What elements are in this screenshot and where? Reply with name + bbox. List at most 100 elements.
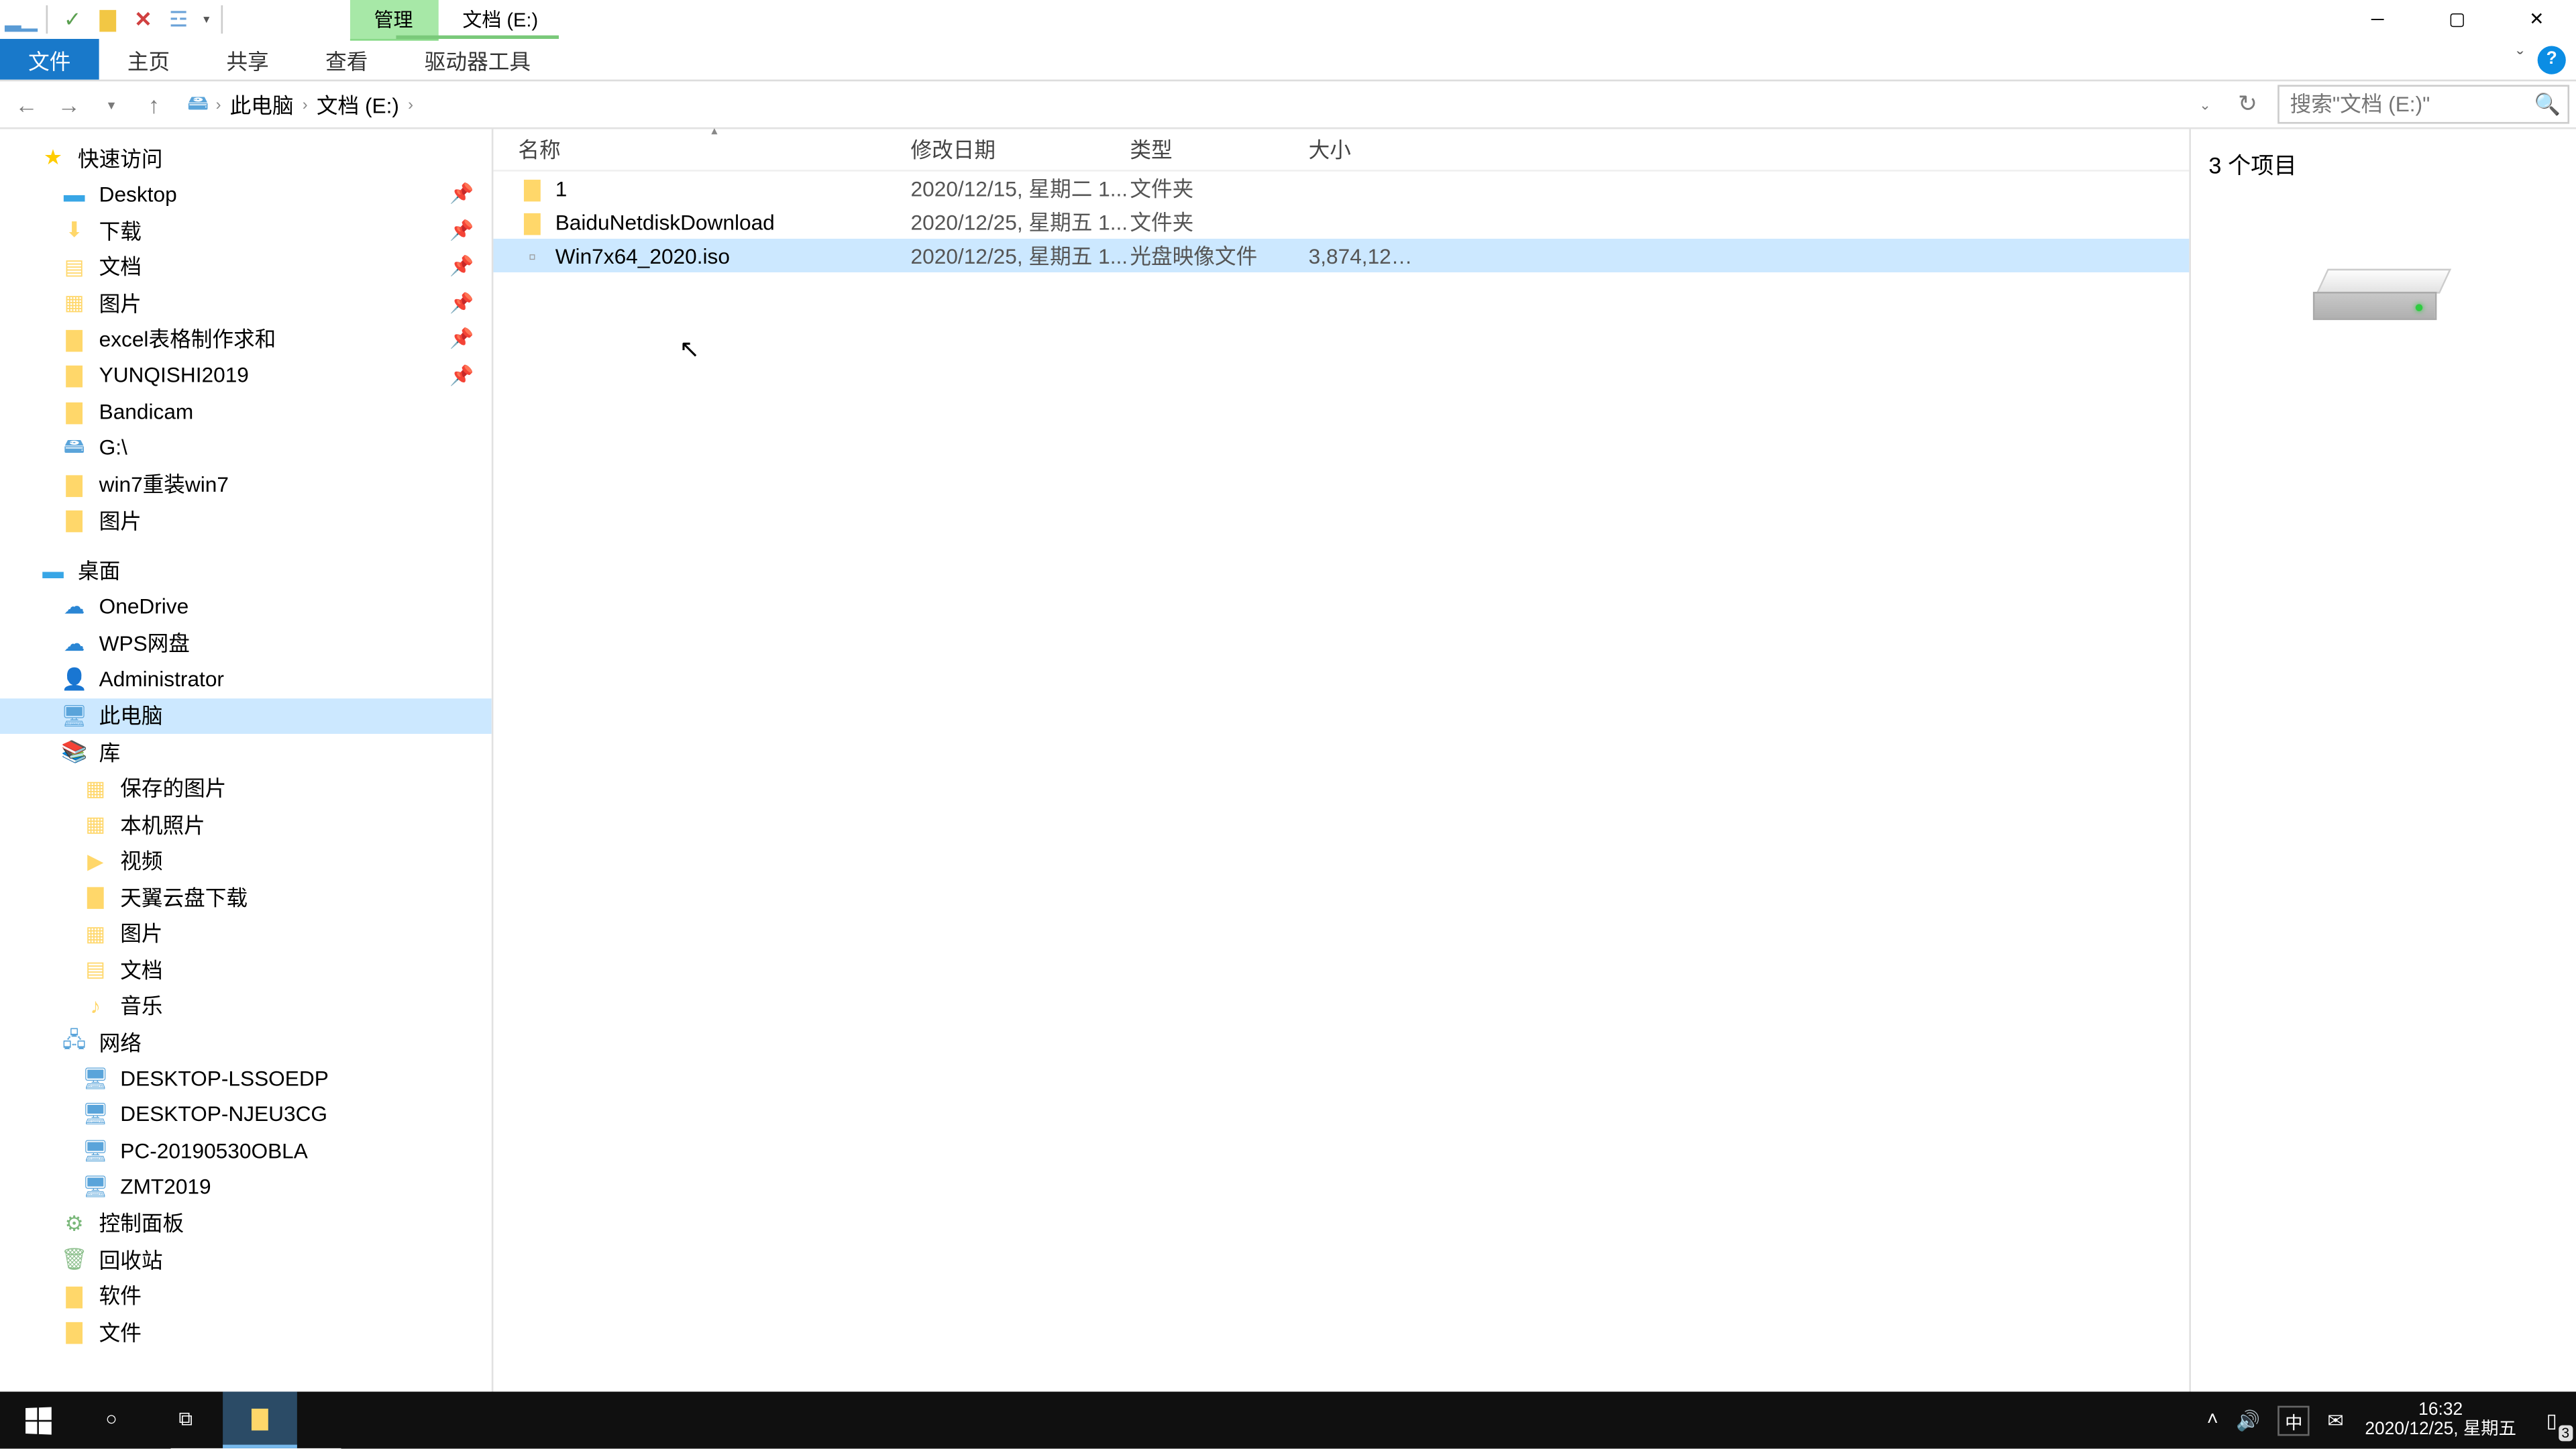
pc-icon: 🖥 xyxy=(60,702,89,730)
navigation-tree[interactable]: ★快速访问 ▬Desktop📌 ⬇下载📌 ▤文档📌 ▦图片📌 ▇excel表格制… xyxy=(0,129,493,1399)
file-row[interactable]: ▇BaiduNetdiskDownload2020/12/25, 星期五 1..… xyxy=(493,205,2189,239)
tree-onedrive[interactable]: ☁OneDrive xyxy=(0,589,492,625)
qat-dropdown-icon[interactable]: ▾ xyxy=(203,12,209,26)
new-folder-icon[interactable]: ▇ xyxy=(94,5,122,34)
tree-admin[interactable]: 👤Administrator xyxy=(0,661,492,698)
tree-control-panel[interactable]: ⚙控制面板 xyxy=(0,1205,492,1241)
start-button[interactable] xyxy=(0,1392,74,1448)
help-icon[interactable]: ? xyxy=(2538,45,2566,73)
column-name[interactable]: ▴名称 xyxy=(518,134,910,164)
file-row[interactable]: ▇12020/12/15, 星期二 1...文件夹 xyxy=(493,172,2189,205)
tray-app-icon[interactable]: ✉ xyxy=(2327,1409,2343,1432)
pin-icon: 📌 xyxy=(449,327,474,350)
tree-network-pc[interactable]: 🖥ZMT2019 xyxy=(0,1169,492,1205)
tree-lib-music[interactable]: ♪音乐 xyxy=(0,987,492,1024)
control-panel-icon: ⚙ xyxy=(60,1209,89,1237)
tab-view[interactable]: 查看 xyxy=(297,39,396,80)
tab-share[interactable]: 共享 xyxy=(198,39,297,80)
chevron-right-icon[interactable]: › xyxy=(216,95,221,113)
search-box[interactable]: 🔍 xyxy=(2277,85,2569,124)
tree-label: 下载 xyxy=(99,215,142,246)
tree-label: 图片 xyxy=(99,288,142,318)
maximize-button[interactable]: ▢ xyxy=(2417,0,2497,39)
tree-pictures2[interactable]: ▇图片 xyxy=(0,502,492,539)
up-button[interactable]: ↑ xyxy=(134,85,173,124)
tree-label: 库 xyxy=(99,737,121,767)
close-button[interactable]: ✕ xyxy=(2497,0,2576,39)
tree-label: DESKTOP-LSSOEDP xyxy=(120,1066,329,1091)
chevron-right-icon[interactable]: › xyxy=(408,95,413,113)
download-icon: ⬇ xyxy=(60,216,89,244)
file-type: 光盘映像文件 xyxy=(1130,240,1308,270)
tree-lib-pics[interactable]: ▦图片 xyxy=(0,915,492,951)
pin-icon: 📌 xyxy=(449,255,474,278)
tree-win7[interactable]: ▇win7重装win7 xyxy=(0,466,492,502)
clock-date: 2020/12/25, 星期五 xyxy=(2365,1420,2516,1440)
column-headers: ▴名称 修改日期 类型 大小 xyxy=(493,129,2189,171)
refresh-icon[interactable]: ↻ xyxy=(2228,85,2267,124)
breadcrumb[interactable]: 🖴 › 此电脑 › 文档 (E:) › xyxy=(177,86,2182,123)
delete-icon[interactable]: ✕ xyxy=(129,5,157,34)
ribbon-expand-icon[interactable]: ˇ xyxy=(2517,48,2524,70)
tree-network-pc[interactable]: 🖥DESKTOP-NJEU3CG xyxy=(0,1096,492,1132)
breadcrumb-segment[interactable]: 此电脑 xyxy=(225,86,299,123)
tree-network-pc[interactable]: 🖥PC-20190530OBLA xyxy=(0,1132,492,1169)
tree-lib-docs[interactable]: ▤文档 xyxy=(0,951,492,987)
tree-yunqishi[interactable]: ▇YUNQISHI2019📌 xyxy=(0,357,492,393)
tree-bandicam[interactable]: ▇Bandicam xyxy=(0,394,492,430)
desktop-icon: ▬ xyxy=(39,557,67,585)
breadcrumb-segment[interactable]: 文档 (E:) xyxy=(311,86,405,123)
tree-this-pc[interactable]: 🖥此电脑 xyxy=(0,698,492,734)
explorer-taskbar-button[interactable]: ▇ xyxy=(223,1392,297,1448)
search-icon[interactable]: 🔍 xyxy=(2534,92,2561,117)
tree-pictures[interactable]: ▦图片📌 xyxy=(0,284,492,321)
tree-label: 天翼云盘下载 xyxy=(120,882,248,912)
quick-access-toolbar: ▂▁ ✓ ▇ ✕ ☲ ▾ xyxy=(0,5,233,34)
chevron-right-icon[interactable]: › xyxy=(303,95,308,113)
column-date[interactable]: 修改日期 xyxy=(911,134,1130,164)
tree-wps[interactable]: ☁WPS网盘 xyxy=(0,625,492,661)
tree-videos[interactable]: ▶视频 xyxy=(0,843,492,879)
recent-dropdown-icon[interactable]: ▾ xyxy=(92,85,131,124)
app-icon[interactable]: ▂▁ xyxy=(7,5,36,34)
action-center-button[interactable]: ▯ 3 xyxy=(2527,1392,2576,1448)
search-input[interactable] xyxy=(2277,85,2569,124)
tree-network[interactable]: 🖧网络 xyxy=(0,1024,492,1060)
tree-gdrive[interactable]: 🖴G:\ xyxy=(0,430,492,466)
folder-icon: ▇ xyxy=(60,470,89,498)
tree-tianyi[interactable]: ▇天翼云盘下载 xyxy=(0,879,492,915)
file-row[interactable]: ▫Win7x64_2020.iso2020/12/25, 星期五 1...光盘映… xyxy=(493,239,2189,272)
tree-downloads[interactable]: ⬇下载📌 xyxy=(0,212,492,248)
taskbar-clock[interactable]: 16:32 2020/12/25, 星期五 xyxy=(2355,1401,2527,1440)
tree-documents[interactable]: ▤文档📌 xyxy=(0,248,492,284)
tab-file[interactable]: 文件 xyxy=(0,39,99,80)
volume-icon[interactable]: 🔊 xyxy=(2236,1409,2260,1432)
contextual-tab-label: 管理 xyxy=(350,0,438,41)
tree-network-pc[interactable]: 🖥DESKTOP-LSSOEDP xyxy=(0,1060,492,1096)
tree-desktop[interactable]: ▬Desktop📌 xyxy=(0,176,492,212)
search-button[interactable]: ○ xyxy=(74,1392,149,1448)
column-size[interactable]: 大小 xyxy=(1309,134,1420,164)
tab-home[interactable]: 主页 xyxy=(99,39,199,80)
tree-libraries[interactable]: 📚库 xyxy=(0,734,492,770)
taskbar: ○ ⧉ ▇ ˄ 🔊 中 ✉ 16:32 2020/12/25, 星期五 ▯ 3 xyxy=(0,1392,2576,1448)
tab-drive-tools[interactable]: 驱动器工具 xyxy=(396,36,559,80)
column-type[interactable]: 类型 xyxy=(1130,134,1308,164)
tree-files[interactable]: ▇文件 xyxy=(0,1314,492,1350)
rename-icon[interactable]: ☲ xyxy=(164,5,193,34)
properties-icon[interactable]: ✓ xyxy=(58,5,87,34)
address-dropdown-icon[interactable]: ⌄ xyxy=(2186,85,2224,124)
tree-desktop-root[interactable]: ▬桌面 xyxy=(0,553,492,589)
tree-software[interactable]: ▇软件 xyxy=(0,1278,492,1314)
tree-recycle-bin[interactable]: 🗑回收站 xyxy=(0,1241,492,1277)
tree-saved-pics[interactable]: ▦保存的图片 xyxy=(0,770,492,806)
back-button[interactable]: ← xyxy=(7,85,46,124)
forward-button[interactable]: → xyxy=(50,85,89,124)
tray-overflow-icon[interactable]: ˄ xyxy=(2207,1409,2218,1431)
minimize-button[interactable]: ─ xyxy=(2338,0,2418,39)
task-view-button[interactable]: ⧉ xyxy=(148,1392,223,1448)
tree-quick-access[interactable]: ★快速访问 xyxy=(0,140,492,176)
tree-camera-roll[interactable]: ▦本机照片 xyxy=(0,806,492,843)
ime-indicator[interactable]: 中 xyxy=(2278,1405,2310,1435)
tree-excel[interactable]: ▇excel表格制作求和📌 xyxy=(0,321,492,357)
